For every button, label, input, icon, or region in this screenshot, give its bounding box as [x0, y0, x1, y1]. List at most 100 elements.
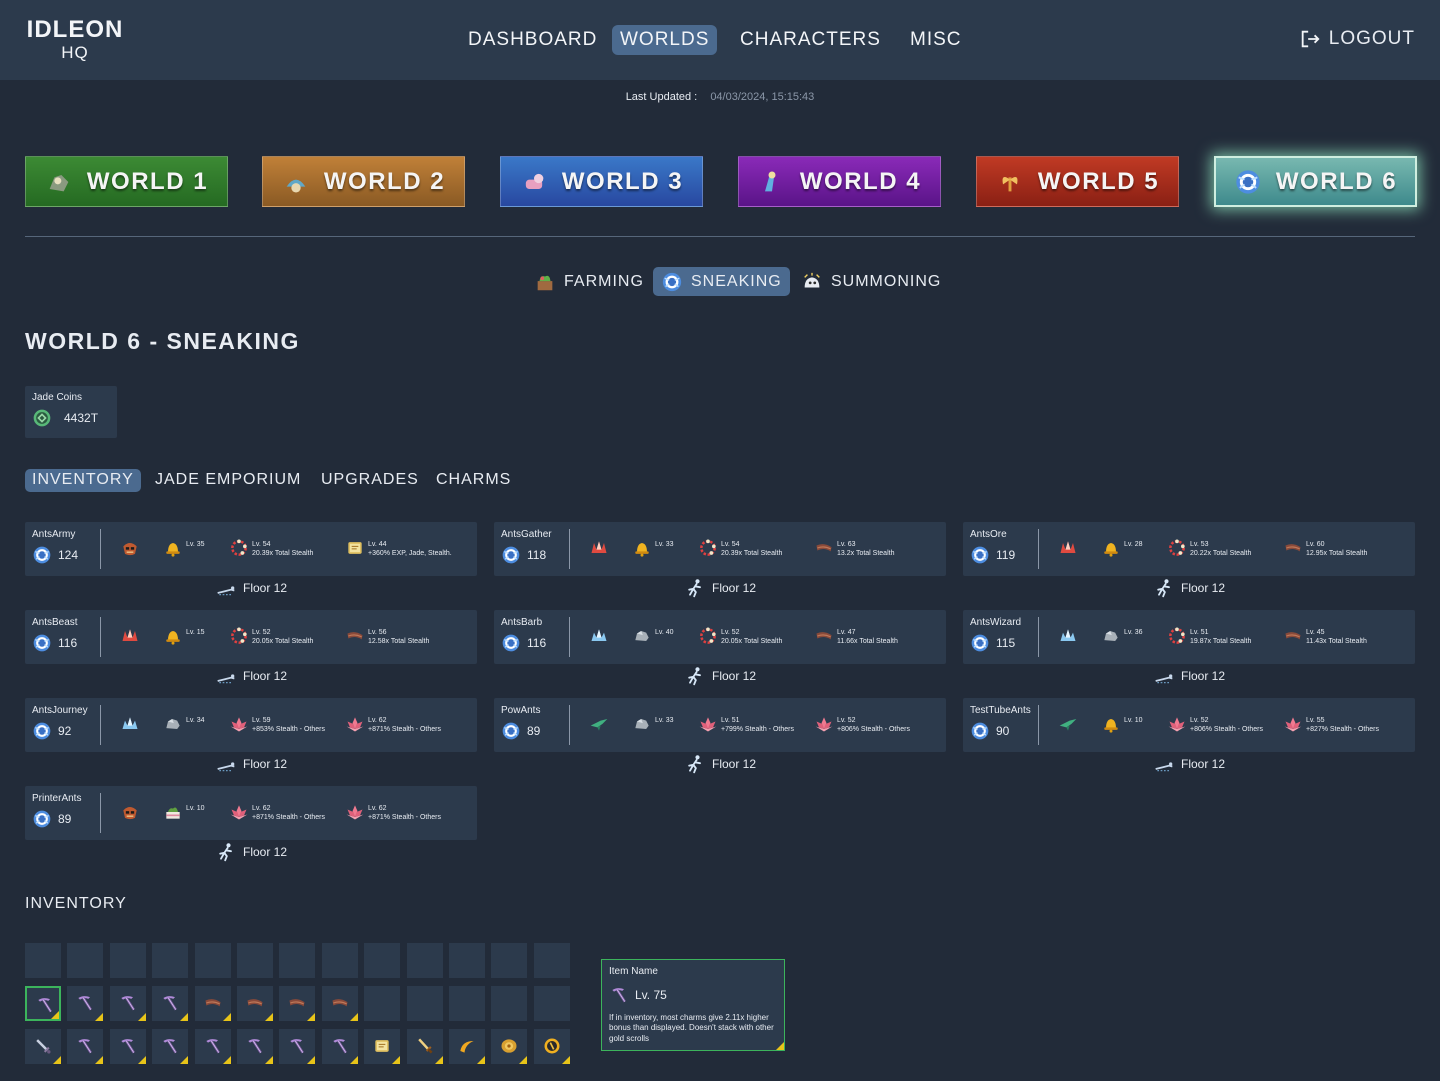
inventory-slot[interactable] [67, 943, 103, 978]
equipment-slot[interactable]: Lv. 52 +806% Stealth - Others [1167, 714, 1263, 734]
tab-jade-emporium[interactable]: JADE EMPORIUM [148, 469, 308, 492]
inventory-slot[interactable] [491, 1029, 527, 1064]
equipment-slot[interactable]: Lv. 34 [163, 714, 205, 734]
inventory-slot[interactable] [491, 943, 527, 978]
equipment-slot[interactable]: Lv. 52 20.05x Total Stealth [229, 626, 313, 646]
equipment-slot[interactable]: Lv. 52 +806% Stealth - Others [814, 714, 910, 734]
inventory-slot[interactable] [491, 986, 527, 1021]
world-2-button[interactable]: WORLD 2 [262, 156, 465, 207]
equipment-slot[interactable]: Lv. 52 20.05x Total Stealth [698, 626, 782, 646]
inventory-slot[interactable] [534, 943, 570, 978]
equipment-slot[interactable]: Lv. 10 [1101, 714, 1143, 734]
equipment-slot[interactable] [589, 538, 612, 558]
inventory-slot[interactable] [407, 1029, 443, 1064]
inventory-slot[interactable] [195, 1029, 231, 1064]
equipment-slot[interactable]: Lv. 45 11.43x Total Stealth [1283, 626, 1367, 646]
logo[interactable]: IDLEON HQ [25, 18, 125, 62]
inventory-slot[interactable] [67, 1029, 103, 1064]
inventory-slot[interactable] [110, 1029, 146, 1064]
equipment-slot[interactable]: Lv. 33 [632, 538, 674, 558]
equipment-slot[interactable]: Lv. 56 12.58x Total Stealth [345, 626, 429, 646]
inventory-slot[interactable] [25, 943, 61, 978]
equipment-slot[interactable]: Lv. 59 +853% Stealth - Others [229, 714, 325, 734]
equipment-slot[interactable] [1058, 714, 1081, 734]
equipment-slot[interactable]: Lv. 55 +827% Stealth - Others [1283, 714, 1379, 734]
equipment-slot[interactable] [120, 802, 143, 822]
inventory-slot[interactable] [195, 943, 231, 978]
inventory-slot[interactable] [237, 1029, 273, 1064]
inventory-slot[interactable] [237, 943, 273, 978]
equipment-slot[interactable]: Lv. 51 19.87x Total Stealth [1167, 626, 1251, 646]
inventory-slot[interactable] [110, 986, 146, 1021]
equipment-slot[interactable] [589, 714, 612, 734]
inventory-slot[interactable] [449, 986, 485, 1021]
floor-label: Floor 12 [1180, 669, 1226, 683]
inventory-slot[interactable] [322, 986, 358, 1021]
inventory-slot[interactable] [279, 943, 315, 978]
inventory-slot[interactable] [449, 1029, 485, 1064]
inventory-slot[interactable] [534, 1029, 570, 1064]
tab-upgrades[interactable]: UPGRADES [314, 469, 426, 492]
inventory-slot[interactable] [25, 986, 61, 1021]
equipment-slot[interactable]: Lv. 51 +799% Stealth - Others [698, 714, 794, 734]
equipment-slot[interactable]: Lv. 33 [632, 714, 674, 734]
nav-characters[interactable]: CHARACTERS [732, 25, 889, 55]
equipment-slot[interactable]: Lv. 10 [163, 802, 205, 822]
equipment-slot[interactable]: Lv. 62 +871% Stealth - Others [345, 714, 441, 734]
equipment-slot[interactable]: Lv. 54 20.39x Total Stealth [229, 538, 313, 558]
equipment-slot[interactable] [120, 626, 143, 646]
ninja-icon [501, 721, 521, 741]
inventory-slot[interactable] [279, 1029, 315, 1064]
inventory-slot[interactable] [237, 986, 273, 1021]
inventory-slot[interactable] [534, 986, 570, 1021]
world-3-button[interactable]: WORLD 3 [500, 156, 703, 207]
equipment-slot[interactable]: Lv. 36 [1101, 626, 1143, 646]
equipment-slot[interactable]: Lv. 47 11.66x Total Stealth [814, 626, 898, 646]
inventory-slot[interactable] [25, 1029, 61, 1064]
nav-misc[interactable]: MISC [902, 25, 970, 55]
nav-worlds[interactable]: WORLDS [612, 25, 718, 55]
inventory-slot[interactable] [364, 986, 400, 1021]
subtab-summoning[interactable]: SUMMONING [793, 267, 949, 296]
inventory-slot[interactable] [407, 986, 443, 1021]
subtab-farming[interactable]: FARMING [526, 267, 652, 296]
logout-button[interactable]: LOGOUT [1299, 28, 1415, 50]
equipment-slot[interactable] [120, 714, 143, 734]
equipment-slot[interactable]: Lv. 62 +871% Stealth - Others [345, 802, 441, 822]
equipment-slot[interactable] [120, 538, 143, 558]
inventory-slot[interactable] [195, 986, 231, 1021]
inventory-slot[interactable] [152, 986, 188, 1021]
world-1-button[interactable]: WORLD 1 [25, 156, 228, 207]
tab-charms[interactable]: CHARMS [429, 469, 518, 492]
equipment-slot[interactable]: Lv. 35 [163, 538, 205, 558]
equipment-slot[interactable] [589, 626, 612, 646]
inventory-slot[interactable] [449, 943, 485, 978]
inventory-slot[interactable] [110, 943, 146, 978]
equipment-slot[interactable]: Lv. 53 20.22x Total Stealth [1167, 538, 1251, 558]
nav-dashboard[interactable]: DASHBOARD [460, 25, 605, 55]
equipment-slot[interactable]: Lv. 63 13.2x Total Stealth [814, 538, 894, 558]
equipment-slot[interactable]: Lv. 44 +360% EXP, Jade, Stealth. [345, 538, 452, 558]
world-4-button[interactable]: WORLD 4 [738, 156, 941, 207]
equipment-slot[interactable]: Lv. 54 20.39x Total Stealth [698, 538, 782, 558]
subtab-sneaking[interactable]: SNEAKING [653, 267, 790, 296]
equipment-slot[interactable]: Lv. 60 12.95x Total Stealth [1283, 538, 1367, 558]
inventory-slot[interactable] [279, 986, 315, 1021]
equipment-slot[interactable] [1058, 626, 1081, 646]
inventory-slot[interactable] [407, 943, 443, 978]
equipment-slot[interactable]: Lv. 62 +871% Stealth - Others [229, 802, 325, 822]
inventory-slot[interactable] [67, 986, 103, 1021]
inventory-slot[interactable] [322, 943, 358, 978]
equipment-slot[interactable]: Lv. 40 [632, 626, 674, 646]
inventory-slot[interactable] [152, 1029, 188, 1064]
inventory-slot[interactable] [364, 1029, 400, 1064]
equipment-slot[interactable]: Lv. 15 [163, 626, 205, 646]
world-5-button[interactable]: WORLD 5 [976, 156, 1179, 207]
equipment-slot[interactable]: Lv. 28 [1101, 538, 1143, 558]
inventory-slot[interactable] [364, 943, 400, 978]
equipment-slot[interactable] [1058, 538, 1081, 558]
inventory-slot[interactable] [152, 943, 188, 978]
tab-inventory[interactable]: INVENTORY [25, 469, 141, 492]
inventory-slot[interactable] [322, 1029, 358, 1064]
world-6-button[interactable]: WORLD 6 [1214, 156, 1417, 207]
